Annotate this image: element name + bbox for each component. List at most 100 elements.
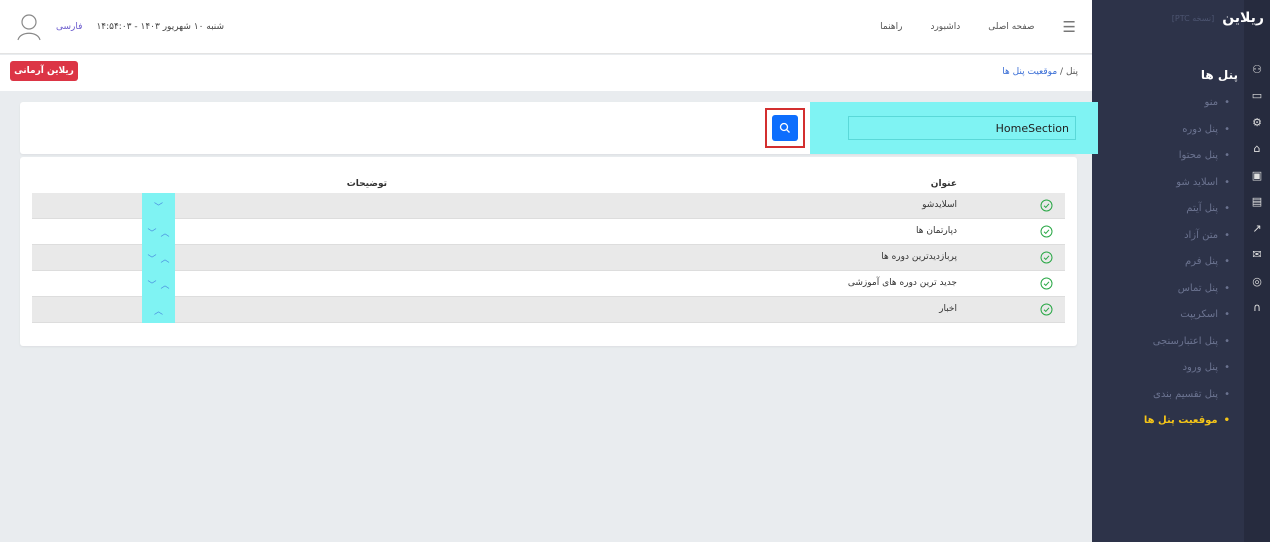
sidebar-item[interactable]: • موقعیت پنل ها xyxy=(1092,408,1244,435)
sidebar-item-label: متن آزاد xyxy=(1184,229,1219,241)
sidebar-item-label: پنل تماس xyxy=(1177,282,1219,294)
sidebar-title: پنل ها xyxy=(1200,68,1238,82)
bullet-icon: • xyxy=(1224,176,1230,188)
bullet-icon: • xyxy=(1224,362,1230,373)
bullet-icon: • xyxy=(1224,97,1230,108)
move-up-icon[interactable]: ︿ xyxy=(161,226,170,239)
panels-table-card: عنوان توضیحات اسلایدشو ﹀ دپارتمان ها ﹀ ︿ پربا… xyxy=(20,157,1077,346)
sidebar-item[interactable]: • پنل محتوا xyxy=(1092,143,1244,170)
check-circle-icon xyxy=(1040,225,1053,238)
move-down-icon[interactable]: ﹀ xyxy=(147,278,156,291)
sidebar-item-label: پنل ورود xyxy=(1182,362,1219,373)
chart-icon[interactable]: ↗ xyxy=(1250,221,1264,235)
move-up-icon[interactable]: ︿ xyxy=(154,304,163,317)
row-title: پربازدیدترین دوره ها xyxy=(881,252,957,262)
monitor-icon[interactable]: ▭ xyxy=(1250,89,1264,103)
sidebar-item-label: پنل تقسیم بندی xyxy=(1153,388,1219,400)
sidebar-item-label: اسلاید شو xyxy=(1176,176,1219,188)
settings-icon[interactable]: ⚙ xyxy=(1250,115,1264,129)
row-title: اخبار xyxy=(939,304,957,314)
sidebar-icon-rail: ⚇ ▭ ⚙ ⌂ ▣ ▤ ↗ ✉ ◎ ∩ xyxy=(1244,0,1270,542)
sidebar-item-label: پنل محتوا xyxy=(1178,150,1219,161)
table-row: اخبار ︿ xyxy=(32,297,1065,323)
bullet-icon: • xyxy=(1224,150,1230,161)
sidebar-item-label: موقعیت پنل ها xyxy=(1143,415,1218,426)
gallery-icon[interactable]: ▣ xyxy=(1250,168,1264,182)
bullet-icon: • xyxy=(1224,229,1230,241)
row-title: اسلایدشو xyxy=(922,200,957,210)
version-label: [نسخه PTC] xyxy=(1171,13,1215,23)
check-circle-icon xyxy=(1040,251,1053,264)
bullet-icon: • xyxy=(1223,415,1230,426)
bullet-icon: • xyxy=(1224,388,1230,400)
sidebar-item[interactable]: • پنل دوره xyxy=(1092,117,1244,144)
reorder-controls: ﹀ ︿ xyxy=(142,245,175,271)
search-button[interactable] xyxy=(765,108,805,148)
move-up-icon[interactable]: ︿ xyxy=(161,278,170,291)
bullet-icon: • xyxy=(1224,203,1230,214)
move-up-icon[interactable]: ︿ xyxy=(161,252,170,265)
breadcrumb-row: پنل / موقعیت پنل ها ریلاین آرمانی xyxy=(0,55,1092,91)
sidebar-item-label: منو xyxy=(1204,97,1219,108)
column-title: عنوان xyxy=(930,179,957,189)
move-down-icon[interactable]: ﹀ xyxy=(147,226,156,239)
table-row: پربازدیدترین دوره ها ﹀ ︿ xyxy=(32,245,1065,271)
mail-icon[interactable]: ✉ xyxy=(1250,248,1264,262)
brand-button[interactable]: ریلاین آرمانی xyxy=(10,61,78,81)
sidebar-item[interactable]: • پنل تماس xyxy=(1092,276,1244,303)
table-header: عنوان توضیحات xyxy=(32,179,1065,193)
headset-icon[interactable]: ∩ xyxy=(1250,301,1264,315)
table-row: اسلایدشو ﹀ xyxy=(32,193,1065,219)
table-row: دپارتمان ها ﹀ ︿ xyxy=(32,219,1065,245)
move-down-icon[interactable]: ﹀ xyxy=(154,200,163,213)
move-down-icon[interactable]: ﹀ xyxy=(147,252,156,265)
bullet-icon: • xyxy=(1224,335,1230,347)
search-icon xyxy=(779,122,790,133)
sidebar-item[interactable]: • پنل ورود xyxy=(1092,355,1244,382)
sidebar-item[interactable]: • اسلاید شو xyxy=(1092,170,1244,197)
breadcrumb: پنل / موقعیت پنل ها xyxy=(1002,67,1078,77)
logo[interactable]: ریلاین xyxy=(1222,10,1264,26)
sidebar-item-label: پنل فرم xyxy=(1185,256,1219,267)
chat-icon[interactable]: ◎ xyxy=(1250,274,1264,288)
user-area: فارسی شنبه ۱۰ شهریور ۱۴۰۳ - ۱۴:۵۴:۰۳ xyxy=(16,0,224,54)
bullet-icon: • xyxy=(1224,282,1230,294)
nav-home[interactable]: صفحه اصلی xyxy=(988,22,1034,32)
user-avatar-icon[interactable] xyxy=(16,13,42,41)
sidebar-item[interactable]: • اسکریپت xyxy=(1092,302,1244,329)
sidebar-item-label: پنل اعتبارسنجی xyxy=(1152,335,1219,347)
sidebar-item[interactable]: • پنل آیتم xyxy=(1092,196,1244,223)
sidebar-menu: پنل ها • منو • پنل دوره • پنل محتوا • اسلاید شو… xyxy=(1092,60,1244,435)
language-switch[interactable]: فارسی xyxy=(56,22,82,32)
row-title: جدید ترین دوره های آموزشی xyxy=(847,278,957,288)
search-input[interactable] xyxy=(848,116,1076,140)
check-circle-icon xyxy=(1040,199,1053,212)
breadcrumb-root[interactable]: پنل xyxy=(1066,67,1078,77)
search-area xyxy=(810,102,1098,154)
image-icon[interactable]: ▤ xyxy=(1250,195,1264,209)
sidebar-item[interactable]: • پنل فرم xyxy=(1092,249,1244,276)
basket-icon[interactable]: ⌂ xyxy=(1250,142,1264,156)
users-icon[interactable]: ⚇ xyxy=(1250,62,1264,76)
top-menu: ☰ صفحه اصلی داشبورد راهنما xyxy=(880,0,1076,54)
breadcrumb-current[interactable]: موقعیت پنل ها xyxy=(1002,67,1057,77)
sidebar-item[interactable]: • متن آزاد xyxy=(1092,223,1244,250)
sidebar-item-label: اسکریپت xyxy=(1180,309,1219,320)
panels-table: عنوان توضیحات اسلایدشو ﹀ دپارتمان ها ﹀ ︿ پربا… xyxy=(32,179,1065,323)
sidebar-item[interactable]: • منو xyxy=(1092,90,1244,117)
bullet-icon: • xyxy=(1224,123,1230,135)
check-circle-icon xyxy=(1040,277,1053,290)
nav-help[interactable]: راهنما xyxy=(880,22,902,32)
reorder-controls: ﹀ ︿ xyxy=(142,219,175,245)
sidebar-item[interactable]: • پنل اعتبارسنجی xyxy=(1092,329,1244,356)
nav-dashboard[interactable]: داشبورد xyxy=(930,22,960,32)
reorder-controls: ﹀ ︿ xyxy=(142,271,175,297)
sidebar-item[interactable]: • پنل تقسیم بندی xyxy=(1092,382,1244,409)
reorder-controls: ︿ xyxy=(142,297,175,323)
breadcrumb-separator: / xyxy=(1060,67,1064,77)
sidebar: ⚇ ▭ ⚙ ⌂ ▣ ▤ ↗ ✉ ◎ ∩ [نسخه PTC] ریلاین پنل ها • منو… xyxy=(1092,0,1270,542)
sidebar-item-label: پنل آیتم xyxy=(1186,203,1219,214)
bullet-icon: • xyxy=(1224,256,1230,267)
search-button-fill xyxy=(772,115,798,141)
hamburger-icon[interactable]: ☰ xyxy=(1063,18,1076,36)
